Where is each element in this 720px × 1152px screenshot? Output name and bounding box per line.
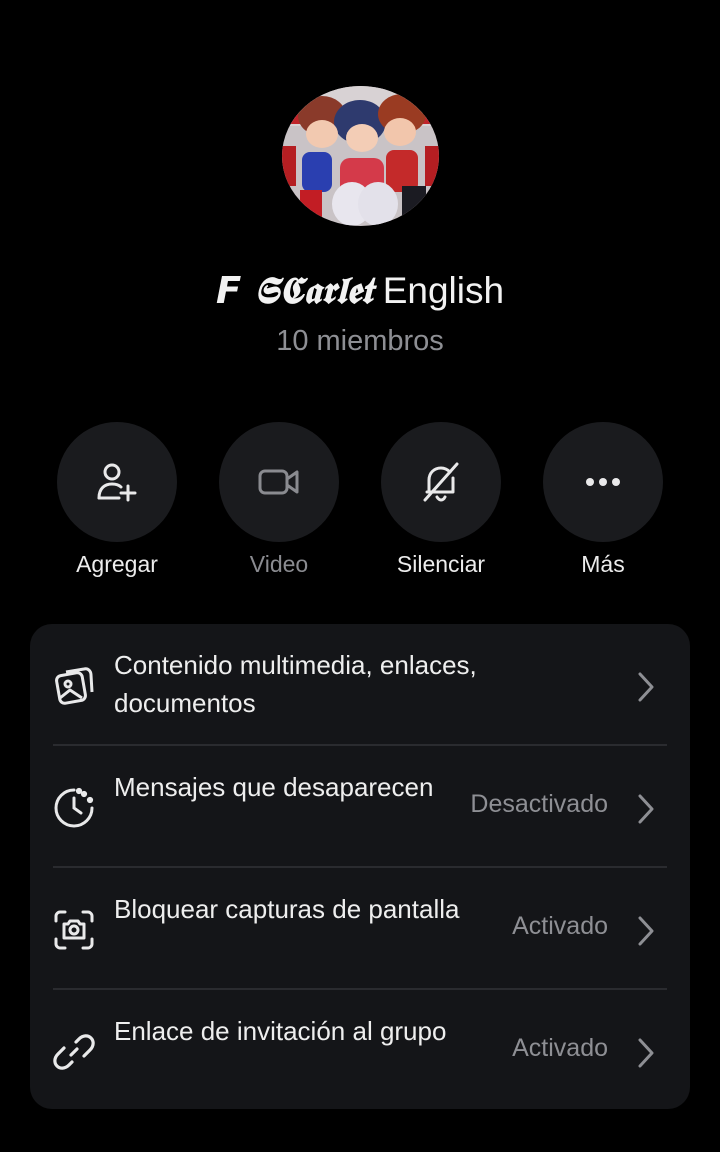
video-camera-icon [258,469,299,495]
bell-off-icon [423,462,459,502]
video-call-circle[interactable] [219,422,339,542]
group-title: 𝙁 𝕾𝕮𝖆𝖗𝖑𝖊𝖙 English [0,268,720,313]
group-title-styled: 𝙁 𝕾𝕮𝖆𝖗𝖑𝖊𝖙 [215,268,373,312]
add-member-label: Agregar [76,551,158,577]
video-call-button[interactable]: Video [219,422,339,578]
link-icon [53,1034,95,1070]
mute-label: Silenciar [396,551,486,577]
block-screenshots-row[interactable]: Bloquear capturas de pantalla Activado [30,868,690,989]
more-button[interactable]: Más [543,422,663,578]
add-user-icon [97,463,137,502]
group-avatar[interactable] [282,86,439,226]
block-screenshots-status: Activado [512,912,608,940]
add-member-circle[interactable] [57,422,177,542]
group-title-plain: English [382,270,505,311]
screenshot-camera-icon [54,910,94,950]
block-screenshots-label: Bloquear capturas de pantalla [114,894,460,924]
more-dots-icon [586,478,620,486]
group-invite-link-row[interactable]: Enlace de invitación al grupo Activado [30,990,690,1109]
media-links-docs-label: Contenido multimedia, enlaces, documento… [114,650,477,718]
mute-button[interactable]: Silenciar [381,422,501,578]
timer-icon [54,787,94,828]
settings-card: Contenido multimedia, enlaces, documento… [30,624,690,1109]
more-label: Más [581,551,625,577]
more-circle[interactable] [543,422,663,542]
group-invite-link-label: Enlace de invitación al grupo [114,1016,447,1046]
disappearing-messages-label: Mensajes que desaparecen [114,772,434,802]
chevron-right-icon [638,672,654,702]
disappearing-messages-status: Desactivado [470,790,608,818]
group-info-screen: 𝙁 𝕾𝕮𝖆𝖗𝖑𝖊𝖙 English 10 miembros Agregar Vi… [0,0,720,1152]
action-buttons: Agregar Video Silenciar Más [0,422,720,592]
media-gallery-icon [55,667,94,705]
group-invite-link-status: Activado [512,1034,608,1062]
disappearing-messages-row[interactable]: Mensajes que desaparecen Desactivado [30,746,690,867]
add-member-button[interactable]: Agregar [57,422,177,578]
media-links-docs-row[interactable]: Contenido multimedia, enlaces, documento… [30,624,690,745]
member-count[interactable]: 10 miembros [0,325,720,358]
chevron-right-icon [638,1038,654,1068]
video-call-label: Video [249,551,309,577]
mute-circle[interactable] [381,422,501,542]
chevron-right-icon [638,916,654,946]
chevron-right-icon [638,794,654,824]
